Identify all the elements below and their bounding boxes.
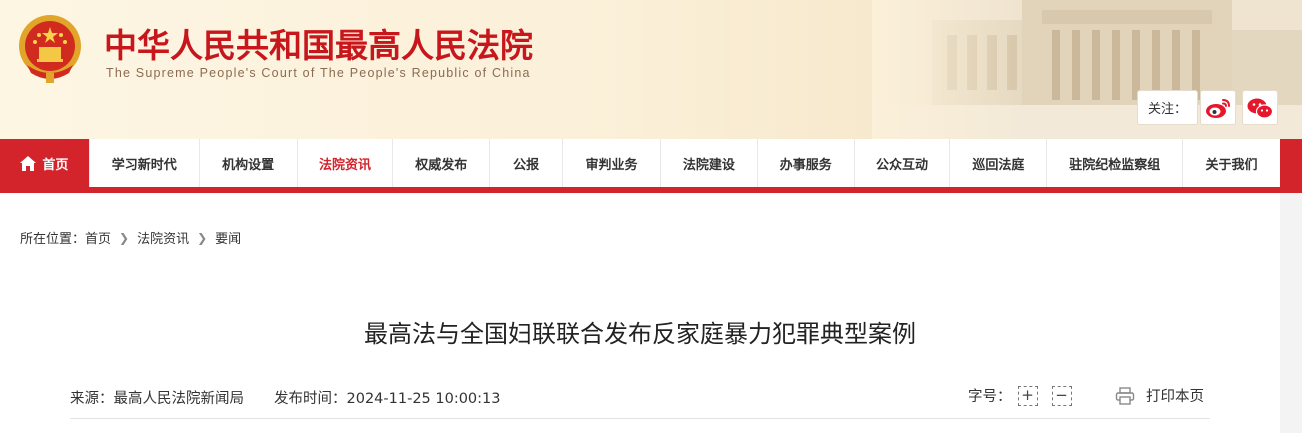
font-decrease-button[interactable]: − <box>1051 385 1072 406</box>
site-subtitle: The Supreme People's Court of The People… <box>106 66 531 80</box>
breadcrumb-home[interactable]: 首页 <box>85 228 111 247</box>
chevron-right-icon: ❯ <box>197 230 208 245</box>
weibo-icon <box>1206 98 1230 118</box>
nav-item-court-building[interactable]: 法院建设 <box>659 139 757 187</box>
site-header: 中华人民共和国最高人民法院 The Supreme People's Court… <box>0 0 1302 139</box>
nav-item-interaction[interactable]: 公众互动 <box>853 139 950 187</box>
print-label: 打印本页 <box>1146 389 1204 405</box>
nav-item-about[interactable]: 关于我们 <box>1182 139 1280 187</box>
wechat-icon <box>1247 98 1274 119</box>
article-title: 最高法与全国妇联联合发布反家庭暴力犯罪典型案例 <box>364 320 916 348</box>
nav-item-release[interactable]: 权威发布 <box>392 139 489 187</box>
nav-item-circuit-court[interactable]: 巡回法庭 <box>949 139 1046 187</box>
meta-divider <box>70 418 1210 419</box>
main-navbar: 首页 学习新时代 机构设置 法院资讯 权威发布 公报 审判业务 法院建设 办事服… <box>0 139 1302 193</box>
font-increase-button[interactable]: + <box>1017 385 1038 406</box>
nav-item-organization[interactable]: 机构设置 <box>198 139 297 187</box>
nav-item-trial[interactable]: 审判业务 <box>562 139 660 187</box>
home-icon <box>20 155 37 171</box>
nav-inner: 首页 学习新时代 机构设置 法院资讯 权威发布 公报 审判业务 法院建设 办事服… <box>0 139 1280 187</box>
breadcrumb-prefix: 所在位置： <box>20 232 86 247</box>
font-size-tools: 字号： + − <box>968 385 1072 406</box>
article-meta: 来源：最高人民法院新闻局 发布时间：2024-11-25 10:00:13 <box>70 387 501 408</box>
nav-home[interactable]: 首页 <box>0 139 89 187</box>
weibo-button[interactable] <box>1200 90 1236 125</box>
court-building-image <box>872 0 1302 139</box>
font-size-label: 字号： <box>968 389 1012 405</box>
wechat-button[interactable] <box>1242 90 1278 125</box>
breadcrumb-news[interactable]: 要闻 <box>215 228 241 247</box>
nav-item-services[interactable]: 办事服务 <box>756 139 854 187</box>
printer-icon <box>1115 386 1135 405</box>
national-emblem-icon <box>19 15 81 83</box>
nav-item-gazette[interactable]: 公报 <box>489 139 562 187</box>
chevron-right-icon: ❯ <box>119 230 130 245</box>
scroll-gutter <box>1280 193 1302 433</box>
site-title: 中华人民共和国最高人民法院 <box>104 26 533 65</box>
article-source: 来源：最高人民法院新闻局 <box>70 391 244 407</box>
breadcrumb: 所在位置： 首页 ❯ 法院资讯 ❯ 要闻 <box>20 228 241 248</box>
nav-home-label: 首页 <box>42 157 69 173</box>
nav-item-study[interactable]: 学习新时代 <box>88 139 199 187</box>
publish-time: 发布时间：2024-11-25 10:00:13 <box>274 391 501 407</box>
follow-label: 关注： <box>1137 90 1198 125</box>
nav-item-court-news[interactable]: 法院资讯 <box>296 139 393 187</box>
breadcrumb-court-news[interactable]: 法院资讯 <box>137 228 189 247</box>
nav-item-discipline[interactable]: 驻院纪检监察组 <box>1046 139 1182 187</box>
print-button[interactable]: 打印本页 <box>1115 385 1204 406</box>
